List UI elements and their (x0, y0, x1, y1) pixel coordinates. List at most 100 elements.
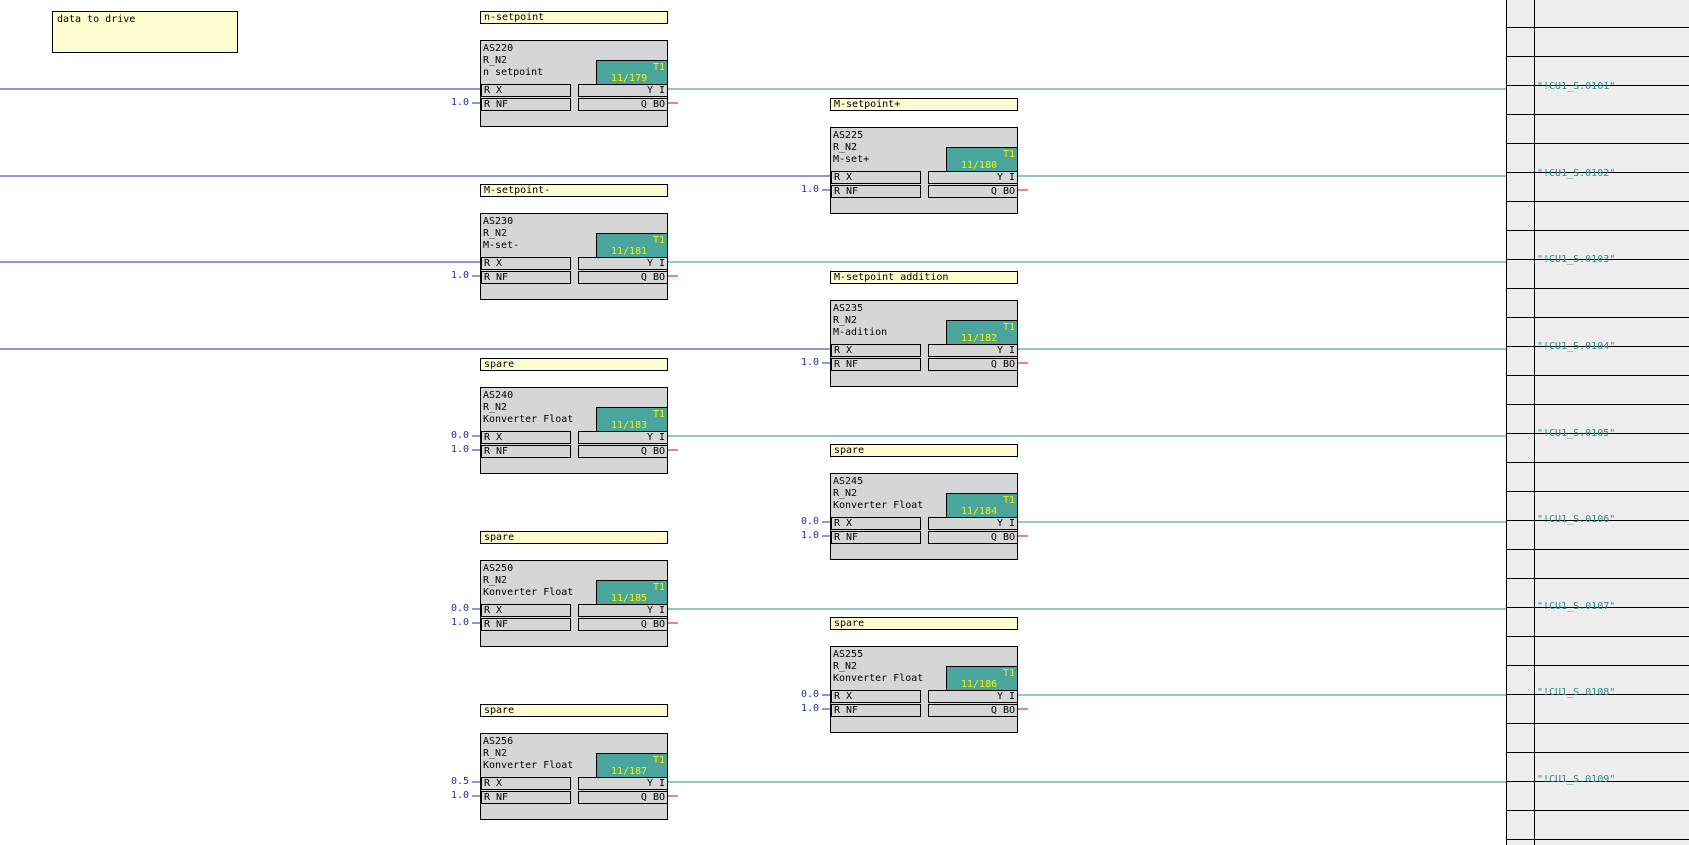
sheet-row-line (1535, 752, 1689, 753)
pin-x[interactable]: R X (481, 84, 571, 97)
pin-q[interactable]: Q BO (578, 791, 668, 804)
block-id: AS245 (833, 476, 864, 487)
comment-note[interactable]: data to drive (52, 11, 238, 53)
pin-nf[interactable]: R NF (481, 618, 571, 631)
sheet-row-line (1507, 607, 1535, 608)
pin-x[interactable]: R X (481, 257, 571, 270)
const-x: 0.0 (451, 430, 470, 441)
pin-nf[interactable]: R NF (831, 531, 921, 544)
block-label: M-setpoint- (480, 184, 668, 197)
block-desc: Konverter Float (483, 760, 574, 771)
pin-nf[interactable]: R NF (831, 704, 921, 717)
pin-x[interactable]: R X (481, 777, 571, 790)
runtime-task: T1 (1002, 668, 1015, 679)
sheet-bar-wide (1534, 0, 1689, 845)
pin-nf[interactable]: R NF (481, 791, 571, 804)
sheet-row-line (1507, 549, 1535, 550)
sheet-row-line (1535, 665, 1689, 666)
comment-text: data to drive (57, 14, 136, 25)
pin-q[interactable]: Q BO (928, 185, 1018, 198)
function-block[interactable]: AS250 R_N2 Konverter Float T1 11/185 R XR NF Y… (480, 560, 668, 647)
runtime-group: T1 11/187 (596, 753, 667, 778)
pin-q[interactable]: Q BO (928, 531, 1018, 544)
sheet-row-line (1507, 404, 1535, 405)
pin-y[interactable]: Y I (578, 604, 668, 617)
signal-reference[interactable]: "!CU1_S.0106" (1537, 514, 1615, 525)
block-id: AS220 (483, 43, 514, 54)
block-desc: Konverter Float (833, 500, 924, 511)
block-type: R_N2 (483, 402, 508, 413)
pin-y[interactable]: Y I (578, 257, 668, 270)
sheet-row-line (1507, 201, 1535, 202)
pin-nf[interactable]: R NF (481, 445, 571, 458)
pin-q[interactable]: Q BO (928, 358, 1018, 371)
block-desc: M-set+ (833, 154, 870, 165)
runtime-seq: 11/181 (611, 246, 648, 257)
runtime-task: T1 (652, 235, 665, 246)
signal-reference[interactable]: "!CU1_S.0109" (1537, 774, 1615, 785)
pin-y[interactable]: Y I (928, 344, 1018, 357)
const-nf: 1.0 (801, 703, 820, 714)
const-x: 0.0 (451, 603, 470, 614)
pin-nf[interactable]: R NF (831, 358, 921, 371)
pin-y[interactable]: Y I (578, 777, 668, 790)
signal-reference[interactable]: "!CU1_S.0108" (1537, 687, 1615, 698)
sheet-row-line (1507, 781, 1535, 782)
function-block[interactable]: AS245 R_N2 Konverter Float T1 11/184 R XR NF Y… (830, 473, 1018, 560)
const-nf: 1.0 (451, 444, 470, 455)
signal-reference[interactable]: "!CU1_S.0101" (1537, 81, 1615, 92)
block-header: AS220 R_N2 n setpoint (483, 43, 543, 79)
pin-nf[interactable]: R NF (831, 185, 921, 198)
signal-reference[interactable]: "!CU1_S.0105" (1537, 428, 1615, 439)
function-block[interactable]: AS220 R_N2 n setpoint T1 11/179 R XR NF Y IQ B… (480, 40, 668, 127)
sheet-row-line (1535, 27, 1689, 28)
signal-reference[interactable]: "!CU1_S.0102" (1537, 168, 1615, 179)
pin-y[interactable]: Y I (928, 690, 1018, 703)
pin-y[interactable]: Y I (578, 431, 668, 444)
pin-q[interactable]: Q BO (578, 445, 668, 458)
signal-reference[interactable]: "!CU1_S.0104" (1537, 341, 1615, 352)
pin-q[interactable]: Q BO (578, 271, 668, 284)
sheet-row-line (1535, 201, 1689, 202)
const-nf: 1.0 (451, 270, 470, 281)
runtime-group: T1 11/183 (596, 407, 667, 432)
const-nf: 1.0 (451, 790, 470, 801)
pin-x[interactable]: R X (831, 171, 921, 184)
pin-q[interactable]: Q BO (928, 704, 1018, 717)
pin-x[interactable]: R X (831, 517, 921, 530)
pin-y[interactable]: Y I (928, 517, 1018, 530)
function-block[interactable]: AS235 R_N2 M-adition T1 11/182 R XR NF Y IQ BO (830, 300, 1018, 387)
runtime-group: T1 11/179 (596, 60, 667, 85)
block-id: AS225 (833, 130, 864, 141)
block-label: spare (830, 617, 1018, 630)
sheet-row-line (1507, 433, 1535, 434)
sheet-row-line (1507, 143, 1535, 144)
pin-nf[interactable]: R NF (481, 98, 571, 111)
sheet-row-line (1535, 114, 1689, 115)
sheet-row-line (1507, 694, 1535, 695)
pin-x[interactable]: R X (481, 431, 571, 444)
pin-y[interactable]: Y I (578, 84, 668, 97)
function-block[interactable]: AS256 R_N2 Konverter Float T1 11/187 R XR NF Y… (480, 733, 668, 820)
pin-y[interactable]: Y I (928, 171, 1018, 184)
sheet-row-line (1507, 114, 1535, 115)
pin-x[interactable]: R X (831, 344, 921, 357)
function-block[interactable]: AS255 R_N2 Konverter Float T1 11/186 R XR NF Y… (830, 646, 1018, 733)
pin-q[interactable]: Q BO (578, 618, 668, 631)
signal-reference[interactable]: "!CU1_S.0107" (1537, 601, 1615, 612)
signal-reference[interactable]: "!CU1_S.0103" (1537, 254, 1615, 265)
sheet-row-line (1535, 810, 1689, 811)
sheet-row-line (1535, 462, 1689, 463)
function-block[interactable]: AS240 R_N2 Konverter Float T1 11/183 R XR NF Y… (480, 387, 668, 474)
pin-x[interactable]: R X (481, 604, 571, 617)
block-id: AS255 (833, 649, 864, 660)
pin-x[interactable]: R X (831, 690, 921, 703)
sheet-row-line (1507, 578, 1535, 579)
pin-q[interactable]: Q BO (578, 98, 668, 111)
function-block[interactable]: AS225 R_N2 M-set+ T1 11/180 R XR NF Y IQ BO (830, 127, 1018, 214)
pin-nf[interactable]: R NF (481, 271, 571, 284)
runtime-group: T1 11/186 (946, 666, 1017, 691)
function-block[interactable]: AS230 R_N2 M-set- T1 11/181 R XR NF Y IQ BO (480, 213, 668, 300)
const-nf: 1.0 (451, 617, 470, 628)
runtime-group: T1 11/180 (946, 147, 1017, 172)
